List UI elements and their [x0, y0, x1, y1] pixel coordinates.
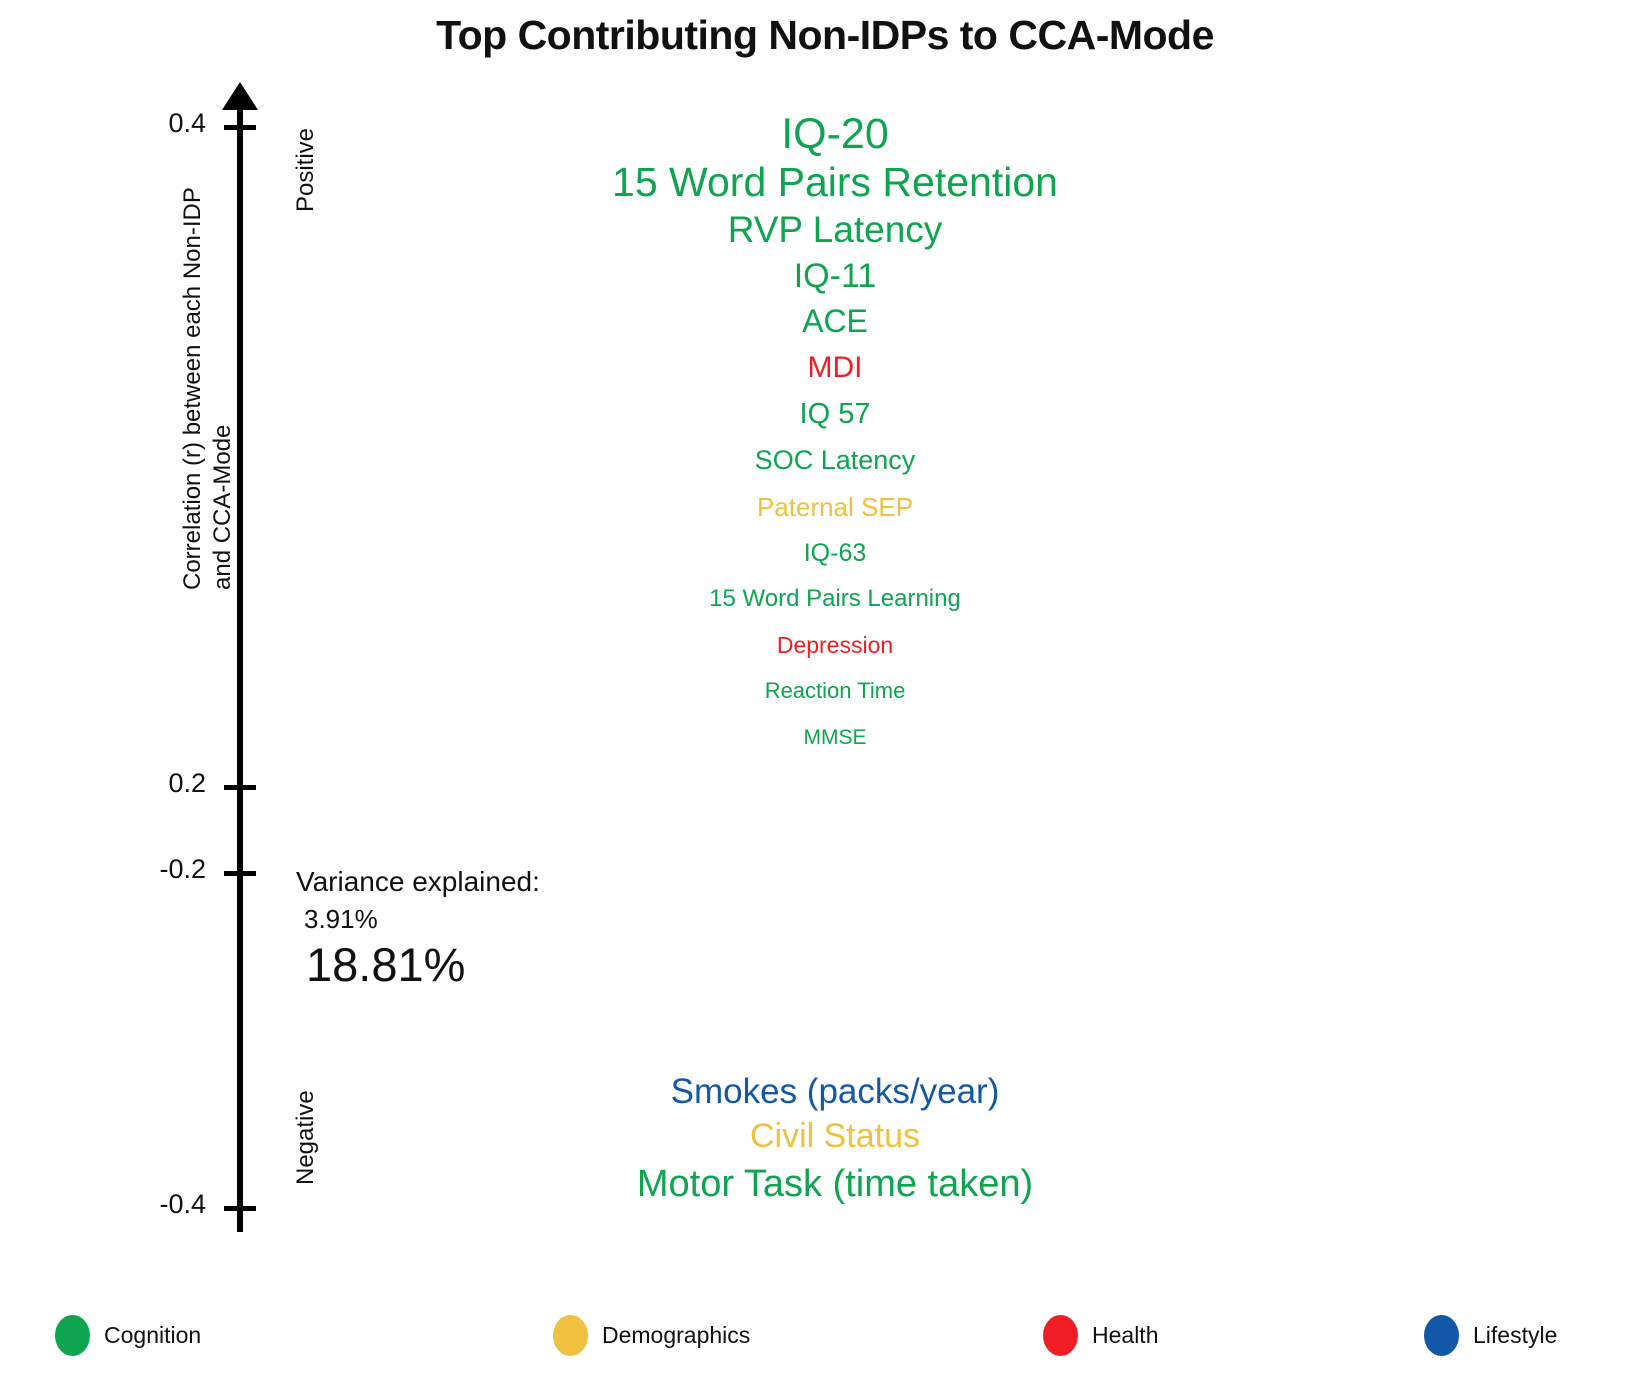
legend-swatch-icon: [55, 1315, 90, 1356]
word-cloud-item: IQ-20: [781, 110, 889, 159]
word-cloud-item: 15 Word Pairs Learning: [709, 585, 961, 613]
legend-item-label: Health: [1092, 1322, 1159, 1348]
axis-tick: [224, 1206, 256, 1211]
legend-swatch-icon: [1424, 1315, 1459, 1356]
axis-tick: [224, 871, 256, 876]
page-title: Top Contributing Non-IDPs to CCA-Mode: [436, 12, 1214, 58]
variance-small-value: 3.91%: [304, 904, 378, 934]
word-cloud-item: MDI: [807, 351, 863, 385]
axis-negative-label: Negative: [292, 1090, 319, 1185]
axis-tick-label: -0.2: [159, 854, 206, 884]
legend-item-label: Demographics: [602, 1322, 751, 1348]
word-cloud-item: Smokes (packs/year): [670, 1072, 1000, 1112]
legend-item-demographics[interactable]: Demographics: [553, 1315, 750, 1356]
word-cloud-item: SOC Latency: [754, 445, 916, 476]
legend: Cognition Demographics Health Lifestyle: [0, 1300, 1650, 1370]
variance-large-value: 18.81%: [306, 938, 466, 991]
legend-item-label: Cognition: [104, 1322, 202, 1348]
chart-canvas: Top Contributing Non-IDPs to CCA-Mode 0.…: [0, 0, 1650, 1375]
legend-swatch-icon: [1043, 1315, 1078, 1356]
axis-tick-label: 0.4: [168, 108, 206, 138]
word-cloud-item: ACE: [802, 303, 868, 340]
word-cloud-item: MMSE: [803, 725, 867, 749]
legend-swatch-icon: [553, 1315, 588, 1356]
axis-tick: [224, 125, 256, 130]
word-cloud-item: 15 Word Pairs Retention: [612, 158, 1058, 205]
y-axis-title-line1: Correlation (r) between each Non-IDP: [179, 187, 206, 590]
word-cloud-item: IQ-11: [793, 256, 877, 295]
legend-item-cognition[interactable]: Cognition: [55, 1315, 201, 1356]
legend-item-label: Lifestyle: [1473, 1322, 1558, 1348]
word-cloud-item: IQ-63: [803, 538, 867, 567]
axis-tick: [224, 785, 256, 790]
word-cloud-item: Paternal SEP: [756, 491, 914, 522]
word-cloud: IQ-20 15 Word Pairs Retention RVP Latency I…: [330, 96, 1340, 1236]
word-cloud-item: Reaction Time: [764, 678, 906, 704]
axis-tick-label: 0.2: [168, 768, 206, 798]
axis-tick-label: -0.4: [159, 1189, 206, 1219]
word-cloud-item: Civil Status: [749, 1116, 921, 1155]
variance-heading: Variance explained:: [296, 866, 540, 897]
axis-line: [237, 104, 243, 1232]
word-cloud-item: Depression: [776, 631, 894, 658]
y-axis-title-line2: and CCA-Mode: [209, 424, 236, 590]
word-cloud-item: Motor Task (time taken): [636, 1163, 1034, 1206]
word-cloud-item: IQ 57: [799, 398, 871, 431]
legend-item-health[interactable]: Health: [1043, 1315, 1158, 1356]
word-cloud-item: RVP Latency: [727, 209, 943, 251]
axis-positive-label: Positive: [292, 127, 319, 212]
legend-item-lifestyle[interactable]: Lifestyle: [1424, 1315, 1557, 1356]
variance-explained-block: Variance explained: 3.91% 18.81%: [296, 866, 540, 992]
